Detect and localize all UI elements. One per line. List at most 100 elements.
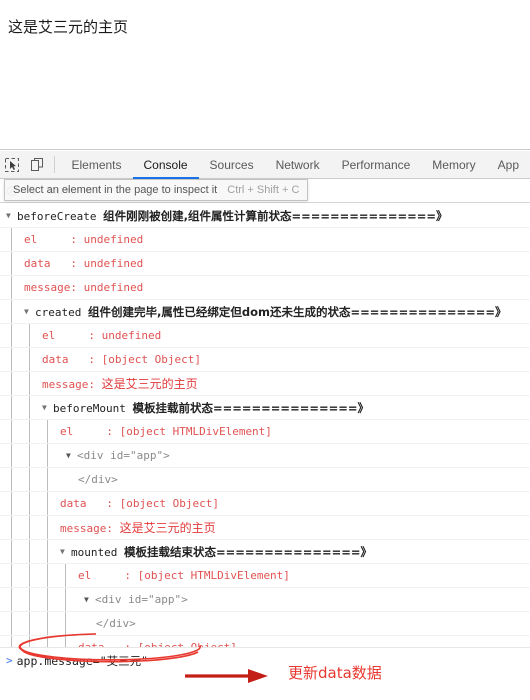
console-row-content: </div> bbox=[96, 612, 136, 635]
prompt-caret-icon: > bbox=[6, 654, 13, 667]
console-row-content: ▼ mounted 模板挂载结束状态===============》 bbox=[60, 540, 372, 563]
console-row: ▼ mounted 模板挂载结束状态===============》 bbox=[0, 540, 530, 564]
console-row: el : [object HTMLDivElement] bbox=[0, 564, 530, 588]
group-guide-line bbox=[47, 564, 48, 587]
group-guide-line bbox=[29, 348, 30, 371]
inspect-element-icon[interactable] bbox=[0, 151, 25, 178]
hook-name: beforeMount bbox=[53, 401, 133, 415]
log-value: undefined bbox=[101, 329, 162, 342]
hook-description: 模板挂载前状态===============》 bbox=[132, 400, 370, 415]
console-prompt-row[interactable]: > app.message="艾三元" bbox=[0, 647, 530, 673]
console-group-title: created 组件创建完毕,属性已经绑定但dom还未生成的状态========… bbox=[35, 300, 507, 323]
dom-node-close-tag: </div> bbox=[78, 473, 118, 486]
tab-application[interactable]: App bbox=[487, 152, 530, 179]
console-log-line: el : undefined bbox=[24, 228, 144, 251]
console-command-input[interactable]: app.message="艾三元" bbox=[17, 653, 148, 669]
log-value: [object HTMLDivElement] bbox=[137, 569, 290, 582]
group-guide-line bbox=[11, 252, 12, 275]
tab-network[interactable]: Network bbox=[265, 152, 331, 179]
disclosure-triangle-icon[interactable]: ▼ bbox=[6, 204, 15, 227]
dom-node-open-tag[interactable]: <div id="app"> bbox=[77, 444, 170, 467]
console-row-content: el : undefined bbox=[24, 228, 144, 251]
log-value: undefined bbox=[83, 257, 144, 270]
console-row-content: el : undefined bbox=[42, 324, 162, 347]
console-row-content: ▼ <div id="app"> bbox=[66, 444, 170, 467]
console-row-content: ▼ <div id="app"> bbox=[84, 588, 188, 611]
hook-name: mounted bbox=[71, 545, 124, 559]
group-guide-line bbox=[29, 516, 30, 539]
console-row: el : undefined bbox=[0, 324, 530, 348]
console-row-content: </div> bbox=[78, 468, 118, 491]
page-heading: 这是艾三元的主页 bbox=[8, 19, 129, 36]
console-group-title: beforeCreate 组件刚刚被创建,组件属性计算前状态==========… bbox=[17, 204, 448, 227]
group-guide-line bbox=[11, 372, 12, 395]
tab-performance[interactable]: Performance bbox=[331, 152, 422, 179]
console-log-line: message: undefined bbox=[24, 276, 143, 299]
console-output[interactable]: ▼ beforeCreate 组件刚刚被创建,组件属性计算前状态=========… bbox=[0, 204, 530, 647]
console-log-line: data : undefined bbox=[24, 252, 144, 275]
group-guide-line bbox=[11, 468, 12, 491]
group-guide-line bbox=[47, 540, 48, 563]
dom-node-open-tag[interactable]: <div id="app"> bbox=[95, 588, 188, 611]
tab-memory[interactable]: Memory bbox=[421, 152, 486, 179]
console-row-content: message: undefined bbox=[24, 276, 143, 299]
group-guide-line bbox=[47, 444, 48, 467]
console-group-title: mounted 模板挂载结束状态===============》 bbox=[71, 540, 372, 563]
console-row: el : [object HTMLDivElement] bbox=[0, 420, 530, 444]
log-key: el : bbox=[24, 233, 84, 246]
log-value: undefined bbox=[83, 233, 144, 246]
log-value: [object Object] bbox=[101, 353, 201, 366]
devtools-tabstrip: Elements Console Sources Network Perform… bbox=[0, 151, 530, 179]
console-row: data : undefined bbox=[0, 252, 530, 276]
group-guide-line bbox=[11, 228, 12, 251]
dom-disclosure-triangle-icon[interactable]: ▼ bbox=[84, 588, 93, 611]
tab-console[interactable]: Console bbox=[132, 152, 199, 179]
log-key: data : bbox=[42, 353, 102, 366]
devtools-tabs: Elements Console Sources Network Perform… bbox=[60, 151, 530, 179]
console-log-line: message: 这是艾三元的主页 bbox=[60, 516, 216, 539]
group-guide-line bbox=[29, 468, 30, 491]
group-guide-line bbox=[29, 420, 30, 443]
group-guide-line bbox=[29, 444, 30, 467]
disclosure-triangle-icon[interactable]: ▼ bbox=[60, 540, 69, 563]
screen: 这是艾三元的主页 Elements Console Sources Networ… bbox=[0, 0, 530, 700]
group-guide-line bbox=[47, 516, 48, 539]
disclosure-triangle-icon[interactable]: ▼ bbox=[42, 396, 51, 419]
device-toolbar-icon[interactable] bbox=[25, 151, 50, 178]
group-guide-line bbox=[29, 324, 30, 347]
console-row: data : [object Object] bbox=[0, 348, 530, 372]
group-guide-line bbox=[29, 540, 30, 563]
group-guide-line bbox=[47, 468, 48, 491]
group-guide-line bbox=[11, 564, 12, 587]
dom-disclosure-triangle-icon[interactable]: ▼ bbox=[66, 444, 75, 467]
group-guide-line bbox=[29, 372, 30, 395]
log-key: message: bbox=[60, 521, 120, 535]
console-row: data : [object Object] bbox=[0, 636, 530, 647]
log-value: [object Object] bbox=[119, 497, 219, 510]
console-row: ▼ <div id="app"> bbox=[0, 444, 530, 468]
group-guide-line bbox=[11, 396, 12, 419]
tab-elements[interactable]: Elements bbox=[60, 152, 132, 179]
console-row-content: ▼ beforeCreate 组件刚刚被创建,组件属性计算前状态=========… bbox=[6, 204, 448, 227]
disclosure-triangle-icon[interactable]: ▼ bbox=[24, 300, 33, 323]
console-log-line: el : [object HTMLDivElement] bbox=[78, 564, 290, 587]
group-guide-line bbox=[65, 588, 66, 611]
group-guide-line bbox=[11, 324, 12, 347]
group-guide-line bbox=[11, 276, 12, 299]
console-row-content: ▼ created 组件创建完毕,属性已经绑定但dom还未生成的状态=======… bbox=[24, 300, 507, 323]
console-row: message: 这是艾三元的主页 bbox=[0, 516, 530, 540]
console-log-line: message: 这是艾三元的主页 bbox=[42, 372, 198, 395]
tooltip-shortcut: Ctrl + Shift + C bbox=[227, 184, 300, 196]
tab-sources[interactable]: Sources bbox=[199, 152, 265, 179]
console-row-content: ▼ beforeMount 模板挂载前状态===============》 bbox=[42, 396, 370, 419]
page-viewport: 这是艾三元的主页 bbox=[0, 0, 530, 150]
console-row: ▼ beforeMount 模板挂载前状态===============》 bbox=[0, 396, 530, 420]
group-guide-line bbox=[47, 612, 48, 635]
dom-node-close-tag: </div> bbox=[96, 617, 136, 630]
console-row-content: data : undefined bbox=[24, 252, 144, 275]
group-guide-line bbox=[47, 420, 48, 443]
group-guide-line bbox=[11, 444, 12, 467]
group-guide-line bbox=[65, 612, 66, 635]
hook-name: beforeCreate bbox=[17, 209, 104, 223]
group-guide-line bbox=[11, 516, 12, 539]
